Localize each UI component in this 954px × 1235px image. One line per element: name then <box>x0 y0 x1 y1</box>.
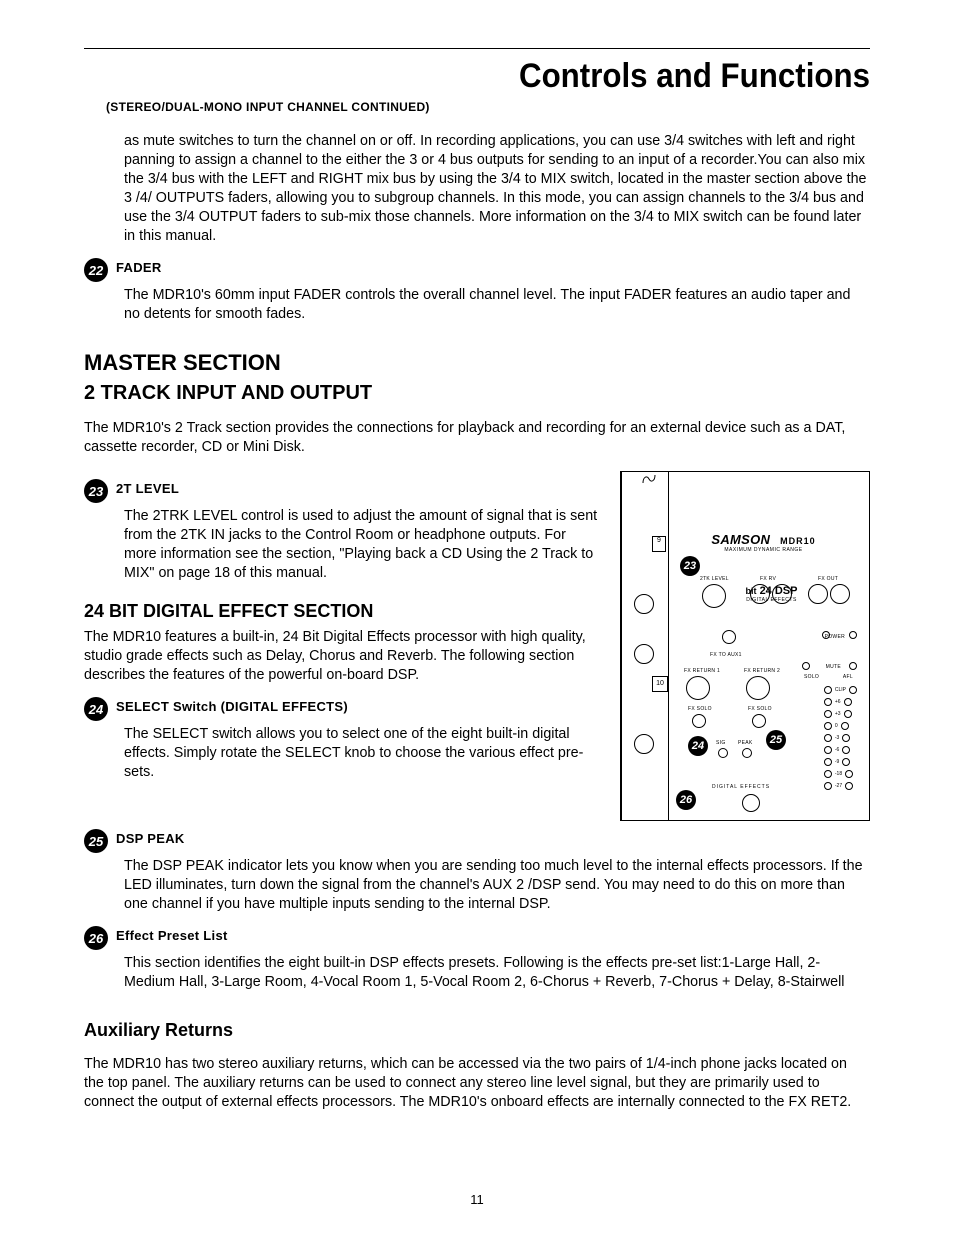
led-meter: CLIP +6 +3 0 -3 -6 -9 -18 -27 <box>824 686 857 790</box>
label-fx-to-aux1: FX TO AUX1 <box>710 652 742 658</box>
diagram-callout-25: 25 <box>766 730 786 750</box>
led-sig <box>718 748 728 758</box>
callout-fader: 22 FADER <box>84 260 870 282</box>
callout-number-22: 22 <box>84 258 108 282</box>
label-fx-return-1: FX RETURN 1 <box>684 668 720 674</box>
callout-select: 24 SELECT Switch (DIGITAL EFFECTS) <box>84 699 600 721</box>
led-power-left <box>822 631 830 639</box>
knob-2tk-level <box>702 584 726 608</box>
diagram-callout-24: 24 <box>688 736 708 756</box>
led-m6: -6 <box>824 746 857 754</box>
label-digital-effects: DIGITAL EFFECTS <box>712 784 770 790</box>
callout-2t-level: 23 2T LEVEL <box>84 481 600 503</box>
aux-returns-heading: Auxiliary Returns <box>84 1020 870 1041</box>
master-section-heading: MASTER SECTION <box>84 350 870 376</box>
diagram-callout-23: 23 <box>680 556 700 576</box>
label-fx-solo-1: FX SOLO <box>688 706 712 712</box>
callout-dsp-peak: 25 DSP PEAK <box>84 831 870 853</box>
led-mute-r <box>849 662 857 670</box>
label-fx-rv: FX RV <box>760 576 776 582</box>
callout-number-25: 25 <box>84 829 108 853</box>
track2-heading: 2 TRACK INPUT AND OUTPUT <box>84 382 870 405</box>
diagram-subtitle: MAXIMUM DYNAMIC RANGE <box>664 547 863 553</box>
label-afl: AFL <box>843 674 853 680</box>
strip-box-10: 10 <box>652 676 668 692</box>
label-fx-solo-2: FX SOLO <box>748 706 772 712</box>
t2level-heading: 2T LEVEL <box>116 481 179 496</box>
led-clip: CLIP <box>824 686 857 694</box>
callout-preset-list: 26 Effect Preset List <box>84 928 870 950</box>
knob-fx-return-2 <box>746 676 770 700</box>
knob-fx-rv-r <box>772 584 792 604</box>
mixer-diagram: SAMSON MDR10 MAXIMUM DYNAMIC RANGE 23 24… <box>620 471 870 821</box>
continued-label: (STEREO/DUAL-MONO INPUT CHANNEL CONTINUE… <box>106 100 870 114</box>
aux-returns-body: The MDR10 has two stereo auxiliary retur… <box>84 1055 870 1112</box>
top-rule <box>84 48 870 49</box>
led-p6: +6 <box>824 698 857 706</box>
label-solo: SOLO <box>804 674 819 680</box>
model-text: MDR10 <box>780 536 816 546</box>
callout-number-24: 24 <box>84 697 108 721</box>
knob-fx-out-l <box>808 584 828 604</box>
diagram-brand: SAMSON MDR10 <box>664 532 863 547</box>
page-title: Controls and Functions <box>147 57 870 96</box>
callout-number-26: 26 <box>84 926 108 950</box>
strip-knob-3 <box>634 734 654 754</box>
led-mute-l <box>802 662 810 670</box>
page-number: 11 <box>0 1192 954 1207</box>
knob-fx-out-r <box>830 584 850 604</box>
led-m9: -9 <box>824 758 857 766</box>
dsp-section-body: The MDR10 features a built-in, 24 Bit Di… <box>84 628 600 685</box>
knob-fx-return-1 <box>686 676 710 700</box>
label-sig: SIG <box>716 740 726 746</box>
label-mute: MUTE <box>826 664 841 670</box>
led-m27: -27 <box>824 782 857 790</box>
led-0: 0 <box>824 722 857 730</box>
select-heading: SELECT Switch (DIGITAL EFFECTS) <box>116 699 348 714</box>
knob-digital-effects-select <box>742 794 760 812</box>
strip-box-9: 9 <box>652 536 666 552</box>
presetlist-heading: Effect Preset List <box>116 928 228 943</box>
t2level-body: The 2TRK LEVEL control is used to adjust… <box>84 507 600 583</box>
dsppeak-heading: DSP PEAK <box>116 831 185 846</box>
fader-heading: FADER <box>116 260 162 275</box>
fader-body: The MDR10's 60mm input FADER controls th… <box>84 286 870 324</box>
dsppeak-body: The DSP PEAK indicator lets you know whe… <box>84 857 870 914</box>
presetlist-body: This section identifies the eight built-… <box>84 954 870 992</box>
knob-dsp-select-mini <box>722 630 736 644</box>
callout-number-23: 23 <box>84 479 108 503</box>
label-peak: PEAK <box>738 740 753 746</box>
select-body: The SELECT switch allows you to select o… <box>84 725 600 782</box>
dsp-section-heading: 24 BIT DIGITAL EFFECT SECTION <box>84 601 600 622</box>
led-peak <box>742 748 752 758</box>
label-fx-return-2: FX RETURN 2 <box>744 668 780 674</box>
led-power <box>849 631 857 639</box>
knob-fx-solo-2 <box>752 714 766 728</box>
strip-knob-1 <box>634 594 654 614</box>
diagram-callout-26: 26 <box>676 790 696 810</box>
track2-body: The MDR10's 2 Track section provides the… <box>84 419 870 457</box>
led-m3: -3 <box>824 734 857 742</box>
knob-fx-rv-l <box>750 584 770 604</box>
channel-strip-edge: 9 10 <box>622 472 669 820</box>
label-fx-out: FX OUT <box>818 576 838 582</box>
led-m18: -18 <box>824 770 857 778</box>
document-page: Controls and Functions (STEREO/DUAL-MONO… <box>0 0 954 1235</box>
two-column-region: 23 2T LEVEL The 2TRK LEVEL control is us… <box>84 471 870 821</box>
strip-knob-2 <box>634 644 654 664</box>
knob-fx-solo-1 <box>692 714 706 728</box>
label-2tk-level: 2TK LEVEL <box>700 576 729 582</box>
led-p3: +3 <box>824 710 857 718</box>
brand-text: SAMSON <box>711 532 770 547</box>
intro-paragraph: as mute switches to turn the channel on … <box>84 132 870 246</box>
